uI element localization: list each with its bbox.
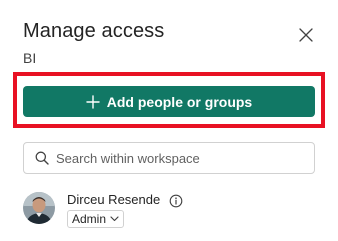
user-list-item: Dirceu Resende Admin [23, 190, 315, 230]
manage-access-panel: Manage access BI Add people or groups Se… [0, 0, 338, 241]
workspace-search[interactable] [23, 142, 315, 174]
search-icon [35, 151, 49, 165]
plus-icon [86, 94, 100, 109]
chevron-down-icon [110, 216, 119, 222]
panel-title: Manage access [23, 20, 165, 42]
user-name: Dirceu Resende [67, 192, 161, 207]
close-button[interactable] [297, 26, 315, 44]
search-input[interactable] [56, 150, 286, 166]
role-dropdown[interactable]: Admin [67, 210, 125, 228]
close-icon [299, 28, 313, 42]
add-people-label: Add people or groups [106, 93, 253, 110]
add-people-button[interactable]: Add people or groups [23, 86, 315, 117]
workspace-name: BI [23, 50, 37, 66]
user-avatar [23, 192, 55, 224]
role-label: Admin [72, 212, 107, 226]
info-icon[interactable] [169, 194, 183, 208]
